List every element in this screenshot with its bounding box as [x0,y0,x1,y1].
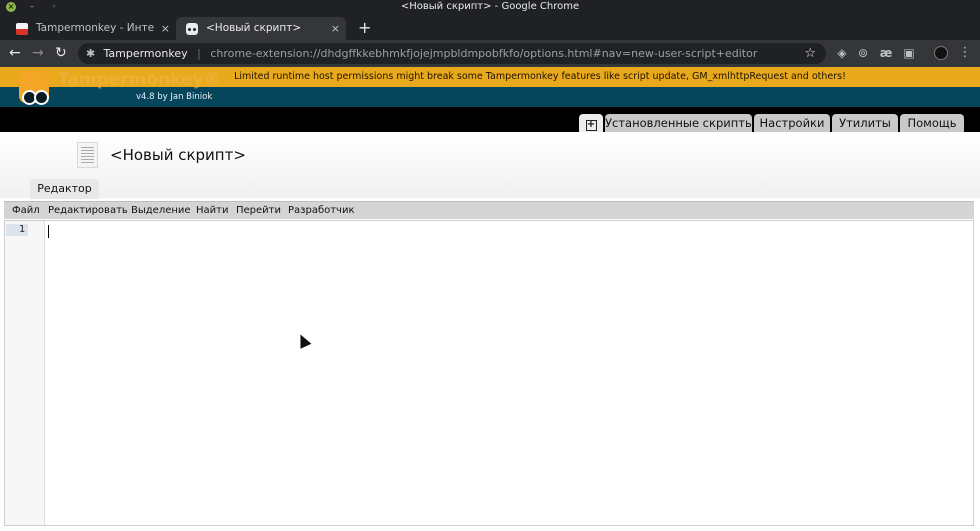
tampermonkey-favicon-icon [186,23,198,35]
omnibox-site-name: Tampermonkey [103,47,188,60]
menu-selection[interactable]: Выделение [131,202,191,219]
tab-settings[interactable]: Настройки [754,114,830,132]
script-file-icon [77,142,98,168]
line-number-gutter: 1 [5,221,45,525]
browser-tab-tampermonkey-store[interactable]: Tampermonkey - Интернет-м × [6,17,176,40]
avatar[interactable] [934,46,948,60]
tab-strip: Tampermonkey - Интернет-м × <Новый скрип… [0,14,980,40]
window-title: <Новый скрипт> - Google Chrome [400,1,580,12]
extension-puzzle-icon: ✱ [86,47,96,60]
omnibox-separator: | [197,47,201,60]
bookmark-star-icon[interactable]: ☆ [804,43,816,64]
script-header [0,132,980,198]
extension-icon[interactable]: ⊚ [856,46,870,60]
text-caret [48,225,49,238]
tab-utilities[interactable]: Утилиты [832,114,898,132]
tab-new-script[interactable]: + [579,114,603,132]
tampermonkey-logo-icon [19,71,49,105]
omnibox-url: chrome-extension://dhdgffkkebhmkfjojejmp… [210,47,758,60]
forward-icon[interactable]: → [32,44,44,62]
code-editor[interactable]: 1 [4,220,974,526]
menu-file[interactable]: Файл [12,202,40,219]
page-title: <Новый скрипт> [110,146,246,164]
menu-goto[interactable]: Перейти [236,202,281,219]
tab-label: <Новый скрипт> [206,22,302,34]
menu-edit[interactable]: Редактировать [48,202,128,219]
tampermonkey-brand: Tampermonkey® [58,70,221,90]
ae-icon[interactable]: æ [879,46,893,60]
menu-find[interactable]: Найти [196,202,228,219]
browser-toolbar: ← → ↻ ✱ Tampermonkey | chrome-extension:… [0,40,980,67]
reload-icon[interactable]: ↻ [55,44,67,62]
line-number: 1 [6,224,28,236]
browser-tab-new-script[interactable]: <Новый скрипт> × [176,17,346,40]
tab-help[interactable]: Помощь [900,114,964,132]
add-script-icon: + [585,119,597,131]
tab-close-icon[interactable]: × [331,17,340,40]
version-label: v4.8 by Jan Biniok [136,92,213,102]
address-bar[interactable]: ✱ Tampermonkey | chrome-extension://dhdg… [78,43,826,64]
editor-menubar: Файл Редактировать Выделение Найти Перей… [4,201,974,219]
store-favicon-icon [16,23,28,35]
back-icon[interactable]: ← [9,44,21,62]
puzzle-icon[interactable]: ▣ [902,46,916,60]
tab-label: Tampermonkey - Интернет-м [36,22,154,34]
new-tab-icon[interactable]: + [358,17,371,39]
tab-installed-scripts[interactable]: Установленные скрипты [605,114,754,132]
chrome-menu-icon[interactable]: ⋮ [958,46,972,60]
tab-editor[interactable]: Редактор [30,179,99,199]
tab-close-icon[interactable]: × [161,17,170,40]
menu-developer[interactable]: Разработчик [288,202,355,219]
window-titlebar: × – ◦ <Новый скрипт> - Google Chrome [0,0,980,14]
shield-icon[interactable]: ◈ [835,46,849,60]
